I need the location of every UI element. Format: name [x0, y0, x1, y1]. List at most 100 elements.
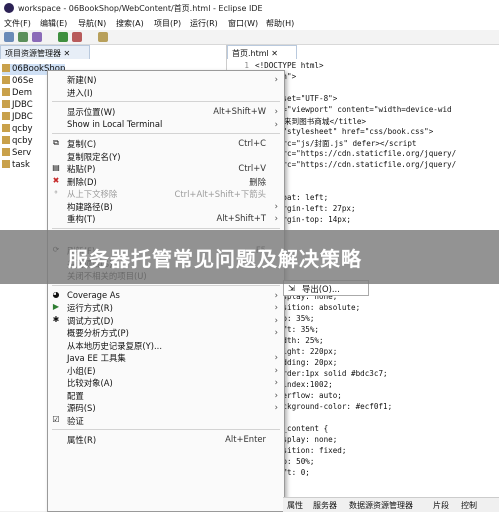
menu-window[interactable]: 窗口(W) — [228, 18, 258, 29]
tab-data-source[interactable]: 数据源资源管理器 — [349, 500, 413, 511]
tab-editor-file[interactable]: 首页.html ✕ — [227, 45, 297, 59]
debug-icon[interactable] — [72, 32, 82, 42]
menu-item-label: Java EE 工具集 — [67, 353, 126, 363]
banner-title: 服务器托管常见问题及解决策略 — [68, 247, 362, 271]
menu-item-label: 源码(S) — [67, 403, 96, 413]
context-menu-item[interactable]: 源码(S) › — [48, 401, 284, 413]
context-menu-item[interactable]: 重构(T) Alt+Shift+T › — [48, 212, 284, 224]
submenu-arrow-icon: › — [274, 289, 278, 300]
menu-item-icon — [52, 152, 60, 160]
tab-console[interactable]: 控制 — [461, 500, 477, 511]
menu-item-icon — [52, 75, 60, 83]
tree-item[interactable]: Serv — [2, 148, 31, 159]
menu-item-shortcut: Alt+Shift+W — [213, 106, 266, 116]
submenu-arrow-icon: › — [274, 377, 278, 387]
context-menu-item[interactable]: 从本地历史记录复原(Y)... — [48, 339, 284, 351]
code-text: ript src="https://cdn.staticfile.org/jqu… — [255, 149, 457, 158]
folder-icon — [2, 112, 10, 120]
context-menu-item[interactable]: 属性(R) Alt+Enter — [48, 433, 284, 445]
menu-separator — [52, 101, 280, 102]
menu-navigate[interactable]: 导航(N) — [78, 18, 106, 29]
menu-item-label: 运行方式(R) — [67, 303, 113, 313]
tab-project-explorer[interactable]: 项目资源管理器 ✕ — [0, 45, 90, 59]
eclipse-icon — [4, 3, 14, 13]
submenu-arrow-icon: › — [274, 118, 278, 129]
tab-properties[interactable]: 属性 — [287, 500, 303, 511]
tree-item[interactable]: qcby — [2, 124, 33, 135]
menu-item-label: 属性(R) — [67, 435, 97, 445]
menu-item-label: 从本地历史记录复原(Y)... — [67, 340, 163, 351]
tree-item[interactable]: JDBC — [2, 100, 33, 111]
context-menu-item[interactable]: 显示位置(W) Alt+Shift+W › — [48, 105, 284, 117]
menu-item-shortcut: Alt+Shift+T — [216, 213, 266, 223]
context-menu-item[interactable]: 配置 › — [48, 389, 284, 401]
menu-item-icon — [52, 353, 60, 361]
folder-icon — [2, 136, 10, 144]
context-menu-item[interactable]: 构建路径(B) › — [48, 200, 284, 212]
submenu-arrow-icon: › — [274, 402, 278, 412]
run-icon[interactable] — [58, 32, 68, 42]
menu-item-label: Show in Local Terminal — [67, 118, 163, 129]
menu-item-icon: ▶ — [52, 302, 60, 311]
menu-item-label: 构建路径(B) — [67, 201, 113, 212]
menu-item-label: 粘贴(P) — [67, 164, 96, 174]
menu-item-icon — [52, 341, 60, 349]
tab-servers[interactable]: 服务器 — [313, 500, 337, 511]
submenu-arrow-icon: › — [274, 389, 278, 400]
menu-item-shortcut: 删除 — [249, 176, 266, 187]
folder-icon — [2, 88, 10, 96]
context-menu-item[interactable]: ☑ 验证 — [48, 414, 284, 426]
context-menu-item[interactable]: ▤ 粘贴(P) Ctrl+V — [48, 162, 284, 174]
menu-item-shortcut: Ctrl+V — [238, 163, 266, 173]
context-menu-item[interactable]: 复制限定名(Y) — [48, 150, 284, 162]
new-icon[interactable] — [4, 32, 14, 42]
tab-snippets[interactable]: 片段 — [433, 500, 449, 511]
menu-item-label: 概要分析方式(P) — [67, 328, 129, 338]
menu-edit[interactable]: 编辑(E) — [40, 18, 67, 29]
tree-item[interactable]: qcby — [2, 136, 33, 147]
context-menu-item[interactable]: ◕ Coverage As › — [48, 289, 284, 301]
overlay-banner: 服务器托管常见问题及解决策略 — [0, 230, 499, 284]
context-menu-item[interactable]: ✱ 调试方式(D) › — [48, 314, 284, 326]
menu-separator — [52, 284, 280, 286]
context-menu-item[interactable]: 新建(N) › — [48, 73, 284, 85]
window-titlebar: workspace - 06BookShop/WebContent/首页.htm… — [0, 0, 499, 17]
submenu-arrow-icon: › — [274, 352, 278, 362]
menu-search[interactable]: 搜索(A) — [116, 18, 144, 29]
save-icon[interactable] — [18, 32, 28, 42]
export-item[interactable]: 导出(O)... — [302, 283, 340, 295]
print-icon[interactable] — [32, 32, 42, 42]
context-menu-item[interactable]: 比较对象(A) › — [48, 376, 284, 388]
tree-item[interactable]: 06Se — [2, 76, 33, 87]
menu-item-icon: ✱ — [52, 314, 60, 324]
folder-icon — [2, 160, 10, 168]
context-menu-item[interactable]: 小组(E) › — [48, 364, 284, 376]
code-text: ript src="https://cdn.staticfile.org/jqu… — [255, 160, 457, 169]
search-icon[interactable] — [98, 32, 108, 42]
context-menu-item[interactable]: ✖ 删除(D) 删除 — [48, 175, 284, 187]
menu-file[interactable]: 文件(F) — [4, 18, 31, 29]
submenu-arrow-icon: › — [274, 364, 278, 375]
menu-project[interactable]: 项目(P) — [154, 18, 181, 29]
context-menu-item[interactable]: ◦ 从上下文移除 Ctrl+Alt+Shift+下箭头 — [48, 187, 284, 200]
menu-item-icon — [52, 202, 60, 210]
context-menu-item[interactable]: ⧉ 复制(C) Ctrl+C — [48, 137, 284, 149]
context-menu-item[interactable]: 概要分析方式(P) › — [48, 326, 284, 338]
menu-help[interactable]: 帮助(H) — [266, 18, 294, 29]
menu-run[interactable]: 运行(R) — [190, 18, 218, 29]
menu-item-icon — [52, 107, 60, 115]
menu-item-label: 配置 — [67, 390, 84, 401]
context-menu-item[interactable]: 进入(I) — [48, 86, 284, 98]
menu-item-label: Coverage As — [67, 289, 120, 300]
tree-item[interactable]: task — [2, 160, 30, 171]
context-menu-item[interactable]: ▶ 运行方式(R) › — [48, 301, 284, 313]
tree-item[interactable]: Dem — [2, 88, 32, 99]
menu-item-label: 显示位置(W) — [67, 107, 116, 117]
toolbar — [0, 30, 499, 45]
submenu-arrow-icon: › — [274, 314, 278, 325]
export-icon: ⇲ — [288, 283, 296, 293]
context-menu-item[interactable]: Show in Local Terminal › — [48, 118, 284, 130]
menu-item-icon — [52, 435, 60, 443]
context-menu-item[interactable]: Java EE 工具集 › — [48, 351, 284, 363]
tree-item[interactable]: JDBC — [2, 112, 33, 123]
